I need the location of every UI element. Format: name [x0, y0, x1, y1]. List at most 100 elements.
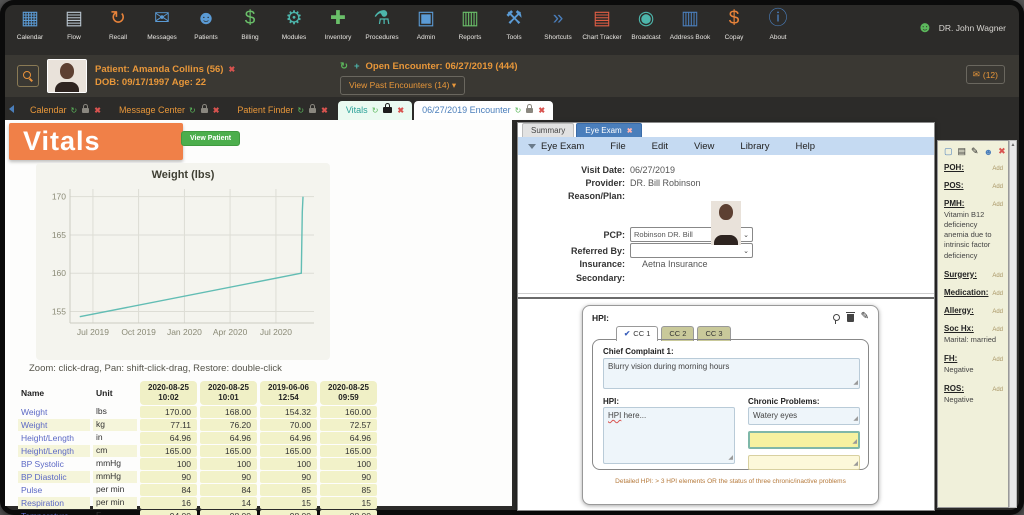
- toolbar-item-billing[interactable]: $Billing: [228, 5, 272, 41]
- close-icon[interactable]: ✖: [998, 146, 1006, 157]
- vital-name-link[interactable]: Height/Length: [21, 433, 74, 443]
- collapse-tabs-icon[interactable]: [9, 105, 14, 113]
- close-tab-icon[interactable]: ✖: [321, 106, 328, 115]
- pencil-icon[interactable]: ✎: [971, 146, 979, 157]
- vital-value-cell: 100: [200, 458, 257, 470]
- pencil-icon[interactable]: ✎: [861, 312, 869, 322]
- menu-item-view[interactable]: View: [694, 141, 714, 152]
- add-link[interactable]: Add: [992, 357, 1003, 363]
- close-tab-icon[interactable]: ✖: [94, 106, 101, 115]
- toolbar-item-patients[interactable]: ☻Patients: [184, 5, 228, 41]
- patient-export-icon[interactable]: ☻: [984, 147, 993, 157]
- refresh-icon[interactable]: ↻: [515, 106, 522, 115]
- add-link[interactable]: Add: [992, 184, 1003, 190]
- cc-tab-1[interactable]: ✔CC 1: [616, 326, 658, 341]
- sidebar-scrollbar[interactable]: ▲: [1009, 140, 1017, 508]
- vital-value-cell: 76.20: [200, 419, 257, 431]
- close-tab-icon[interactable]: ✖: [538, 106, 545, 115]
- toolbar-item-shortcuts[interactable]: »Shortcuts: [536, 5, 580, 41]
- tab-patient-finder[interactable]: Patient Finder↻✖: [229, 101, 335, 120]
- add-link[interactable]: Add: [992, 309, 1003, 315]
- vital-name-link[interactable]: Weight: [21, 420, 47, 430]
- vital-unit-cell: per min: [93, 497, 137, 509]
- view-patient-button[interactable]: View Patient: [181, 131, 240, 146]
- toolbar-item-inventory[interactable]: ✚Inventory: [316, 5, 360, 41]
- toolbar-item-tools[interactable]: ⚒Tools: [492, 5, 536, 41]
- hpi-textarea[interactable]: HPI here...◢: [603, 407, 735, 464]
- refresh-icon[interactable]: ↻: [297, 106, 304, 115]
- close-patient-icon[interactable]: ✖: [228, 65, 235, 74]
- refresh-encounter-icon[interactable]: ↻: [340, 61, 348, 72]
- vital-name-link[interactable]: Temperature: [21, 511, 69, 515]
- toolbar-item-messages[interactable]: ✉Messages: [140, 5, 184, 41]
- toolbar-item-modules[interactable]: ⚙Modules: [272, 5, 316, 41]
- menu-item-label: Help: [795, 141, 815, 152]
- vital-name-link[interactable]: Weight: [21, 407, 47, 417]
- add-link[interactable]: Add: [992, 166, 1003, 172]
- view-past-encounters-button[interactable]: View Past Encounters (14) ▾: [340, 76, 465, 95]
- messages-count-button[interactable]: ✉ (12): [966, 65, 1005, 84]
- toolbar-item-about[interactable]: ⓘAbout: [756, 5, 800, 41]
- close-tab-icon[interactable]: ✖: [213, 106, 220, 115]
- messages-icon: ✉: [154, 7, 170, 33]
- toolbar-item-calendar[interactable]: ▦Calendar: [8, 5, 52, 41]
- chronic-problem-textarea-3[interactable]: ◢: [748, 455, 860, 470]
- vital-unit-cell: kg: [93, 419, 137, 431]
- vital-value-cell: 170.00: [140, 406, 197, 418]
- document-icon[interactable]: ▢: [944, 146, 953, 157]
- toolbar-item-admin[interactable]: ▣Admin: [404, 5, 448, 41]
- close-tab-icon[interactable]: ✖: [397, 106, 404, 115]
- toolbar-item-recall[interactable]: ↻Recall: [96, 5, 140, 41]
- menu-item-edit[interactable]: Edit: [652, 141, 668, 152]
- menu-item-eye exam[interactable]: Eye Exam: [528, 141, 584, 152]
- menu-item-library[interactable]: Library: [740, 141, 769, 152]
- toolbar-item-address-book[interactable]: ▥Address Book: [668, 5, 712, 41]
- toolbar-item-flow[interactable]: ▤Flow: [52, 5, 96, 41]
- toolbar-item-procedures[interactable]: ⚗Procedures: [360, 5, 404, 41]
- pin-icon[interactable]: [833, 314, 840, 321]
- stack-icon[interactable]: ▤: [958, 146, 967, 157]
- tab-06-27-2019-encounter[interactable]: 06/27/2019 Encounter↻✖: [414, 101, 553, 120]
- vitals-page-title: Vitals: [9, 123, 183, 160]
- toolbar-item-label: Reports: [459, 34, 482, 41]
- tab-vitals[interactable]: Vitals↻✖: [338, 101, 412, 120]
- referred-by-select[interactable]: ⌄: [630, 243, 753, 258]
- patients-icon: ☻: [196, 7, 216, 33]
- trash-icon[interactable]: [847, 314, 854, 322]
- vital-value-cell: 16: [140, 497, 197, 509]
- tab-message-center[interactable]: Message Center↻✖: [111, 101, 227, 120]
- add-link[interactable]: Add: [992, 387, 1003, 393]
- tab-calendar[interactable]: Calendar↻✖: [22, 101, 109, 120]
- vital-name-link[interactable]: Pulse: [21, 485, 42, 495]
- toolbar-item-chart-tracker[interactable]: ▤Chart Tracker: [580, 5, 624, 41]
- chevron-down-icon: ⌄: [743, 231, 749, 239]
- toolbar-item-broadcast[interactable]: ◉Broadcast: [624, 5, 668, 41]
- chronic-problem-textarea-1[interactable]: Watery eyes◢: [748, 407, 860, 425]
- add-link[interactable]: Add: [992, 202, 1003, 208]
- close-tab-icon[interactable]: ✖: [627, 127, 633, 135]
- toolbar-item-reports[interactable]: ▥Reports: [448, 5, 492, 41]
- add-link[interactable]: Add: [992, 291, 1003, 297]
- chronic-problem-textarea-2[interactable]: ◢: [748, 431, 860, 449]
- vital-name-link[interactable]: BP Diastolic: [21, 472, 67, 482]
- weight-chart[interactable]: 155160165170Jul 2019Oct 2019Jan 2020Apr …: [36, 181, 326, 353]
- add-encounter-icon[interactable]: +: [354, 61, 360, 72]
- refresh-icon[interactable]: ↻: [189, 106, 196, 115]
- sidebar-section-label: PMH:: [944, 199, 964, 208]
- patient-search-button[interactable]: [17, 65, 39, 87]
- encounter-tab-eye-exam[interactable]: Eye Exam✖: [576, 123, 641, 137]
- vital-name-link[interactable]: BP Systolic: [21, 459, 64, 469]
- cc1-textarea[interactable]: Blurry vision during morning hours◢: [603, 358, 860, 389]
- vital-name-link[interactable]: Height/Length: [21, 446, 74, 456]
- menu-item-file[interactable]: File: [610, 141, 625, 152]
- refresh-icon[interactable]: ↻: [372, 106, 379, 115]
- vital-name-link[interactable]: Respiration: [21, 498, 64, 508]
- add-link[interactable]: Add: [992, 327, 1003, 333]
- toolbar-item-copay[interactable]: $Copay: [712, 5, 756, 41]
- sidebar-section-allergy: Allergy:Add: [944, 306, 1003, 315]
- current-user[interactable]: ☻ DR. John Wagner: [917, 19, 1006, 36]
- refresh-icon[interactable]: ↻: [71, 106, 78, 115]
- encounter-tab-summary[interactable]: Summary: [522, 123, 574, 137]
- menu-item-help[interactable]: Help: [795, 141, 815, 152]
- add-link[interactable]: Add: [992, 273, 1003, 279]
